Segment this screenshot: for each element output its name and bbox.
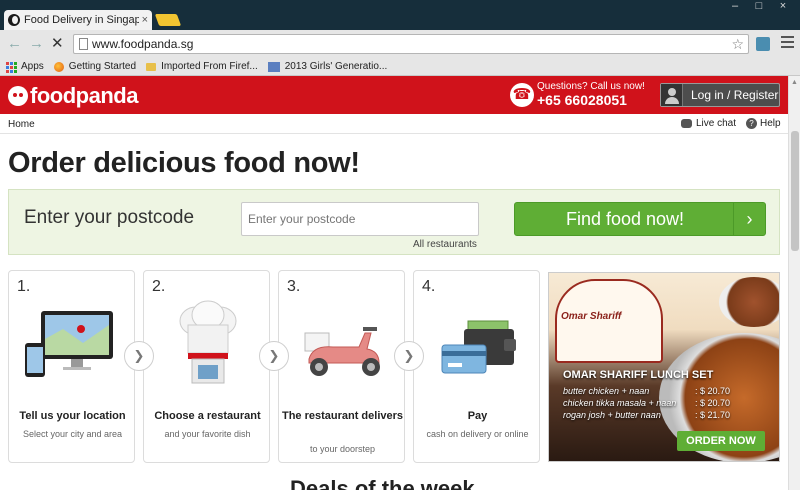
promo-item-name: butter chicken + naan: [563, 386, 650, 396]
new-tab-button[interactable]: [154, 14, 182, 26]
devices-map-icon: [25, 311, 113, 377]
chevron-right-icon: ›: [733, 203, 765, 235]
step-card-restaurant: 2. Choose a restaurant and your favorite…: [143, 270, 270, 463]
page-headline: Order delicious food now!: [8, 147, 360, 179]
stop-icon[interactable]: ✕: [51, 35, 64, 53]
page-scrollbar[interactable]: ▲: [788, 76, 800, 490]
back-arrow-icon[interactable]: ←: [7, 35, 22, 53]
chevron-right-icon: ❯: [124, 341, 154, 371]
browser-toolbar: ← → ✕ www.foodpanda.sg ☆: [0, 30, 800, 58]
page-viewport: foodpanda ☎ Questions? Call us now! +65 …: [0, 76, 788, 490]
bookmark-getting-started[interactable]: Getting Started: [53, 61, 137, 72]
scroll-up-arrow-icon[interactable]: ▲: [791, 79, 798, 86]
order-now-button[interactable]: ORDER NOW: [677, 431, 765, 451]
bookmark-girls-generation[interactable]: 2013 Girls' Generatio...: [267, 61, 388, 72]
login-label: Log in / Register: [691, 88, 779, 102]
postcode-input[interactable]: [241, 202, 479, 236]
step-number: 4.: [422, 278, 436, 295]
step-title: Pay: [467, 410, 488, 422]
find-food-button[interactable]: Find food now! ›: [514, 202, 766, 236]
promo-brand: Omar Shariff: [561, 311, 622, 322]
promo-item-name: rogan josh + butter naan: [563, 410, 661, 420]
scrollbar-thumb[interactable]: [791, 131, 799, 251]
promo-item-name: chicken tikka masala + naan: [563, 398, 677, 408]
apps-grid-icon: [6, 61, 17, 73]
help-link[interactable]: ? Help: [746, 118, 781, 129]
window-controls: – □ ×: [722, 0, 794, 14]
deals-heading: Deals of the week: [290, 476, 475, 490]
step-card-location: 1. Tell us your location Select your cit…: [8, 270, 135, 463]
call-number[interactable]: +65 66028051: [537, 92, 627, 108]
call-question: Questions? Call us now!: [537, 81, 645, 92]
step-card-delivery: 3. The restaurant delivers to your doors…: [278, 270, 405, 463]
document-icon: [267, 61, 280, 72]
chevron-right-icon: ❯: [394, 341, 424, 371]
address-bar[interactable]: www.foodpanda.sg ☆: [73, 34, 749, 54]
step-card-pay: 4. Pay cash on delivery or online: [413, 270, 540, 463]
step-subtitle: cash on delivery or online: [426, 429, 529, 439]
step-subtitle: and your favorite dish: [164, 429, 251, 439]
panda-logo-icon: [8, 86, 28, 106]
chat-icon: [681, 119, 692, 128]
url-text: www.foodpanda.sg: [92, 37, 194, 51]
forward-arrow-icon[interactable]: →: [29, 35, 44, 53]
promo-title: OMAR SHARIFF LUNCH SET: [563, 369, 714, 381]
browser-tab[interactable]: Food Delivery in Singapore ×: [4, 10, 152, 30]
maximize-button[interactable]: □: [748, 0, 770, 14]
promo-item-price: : $ 21.70: [695, 410, 731, 420]
login-register-button[interactable]: Log in / Register: [660, 83, 780, 107]
chevron-right-icon: ❯: [259, 341, 289, 371]
wallet-cards-icon: [441, 320, 516, 374]
step-number: 3.: [287, 278, 301, 295]
bookmark-imported[interactable]: Imported From Firef...: [146, 61, 258, 72]
postcode-label: Enter your postcode: [24, 207, 195, 228]
scooter-icon: [304, 327, 380, 376]
bookmark-label: Getting Started: [68, 61, 137, 72]
bookmarks-bar: Apps Getting Started Imported From Firef…: [0, 58, 800, 76]
tab-close-icon[interactable]: ×: [142, 14, 148, 26]
bookmark-label: 2013 Girls' Generatio...: [284, 61, 388, 72]
step-title: The restaurant delivers: [281, 410, 404, 422]
step-number: 2.: [152, 278, 166, 295]
tab-title: Food Delivery in Singapore: [24, 14, 139, 26]
minimize-button[interactable]: –: [724, 0, 746, 14]
bookmark-apps[interactable]: Apps: [6, 61, 44, 73]
page-icon: [79, 38, 88, 50]
firefox-icon: [53, 61, 64, 72]
food-bowl-image: [719, 277, 779, 327]
promo-item-price: : $ 20.70: [695, 398, 731, 408]
phone-icon: ☎: [510, 83, 534, 107]
step-title: Tell us your location: [19, 410, 126, 422]
logo-text: foodpanda: [30, 83, 138, 108]
breadcrumb-home[interactable]: Home: [8, 119, 35, 130]
sub-navigation: Home Live chat ? Help: [0, 114, 788, 134]
foodpanda-logo[interactable]: foodpanda: [8, 83, 138, 109]
step-subtitle: to your doorstep: [309, 444, 376, 454]
site-header: foodpanda ☎ Questions? Call us now! +65 …: [0, 76, 788, 114]
browser-titlebar: Food Delivery in Singapore × – □ ×: [0, 0, 800, 30]
bookmark-star-icon[interactable]: ☆: [731, 35, 744, 53]
chef-hat-icon: [179, 300, 237, 384]
all-restaurants-link[interactable]: All restaurants: [413, 239, 477, 250]
live-chat-label: Live chat: [696, 118, 737, 129]
step-number: 1.: [17, 278, 31, 295]
promo-item-price: : $ 20.70: [695, 386, 731, 396]
bookmark-label: Apps: [21, 61, 44, 72]
help-icon: ?: [746, 118, 757, 129]
foodpanda-favicon-icon: [8, 14, 20, 26]
close-window-button[interactable]: ×: [772, 0, 794, 14]
help-label: Help: [760, 118, 781, 129]
bookmark-label: Imported From Firef...: [161, 61, 258, 72]
step-subtitle: Select your city and area: [22, 429, 123, 439]
promo-banner[interactable]: Omar Shariff OMAR SHARIFF LUNCH SET butt…: [548, 272, 780, 462]
user-icon: [661, 84, 683, 106]
extension-icon[interactable]: [756, 37, 770, 51]
step-title: Choose a restaurant: [154, 410, 261, 422]
menu-icon[interactable]: [781, 36, 794, 50]
folder-icon: [146, 62, 157, 71]
find-food-label: Find food now!: [565, 209, 685, 229]
postcode-search-box: Enter your postcode All restaurants Find…: [8, 189, 780, 255]
live-chat-link[interactable]: Live chat: [681, 118, 736, 129]
